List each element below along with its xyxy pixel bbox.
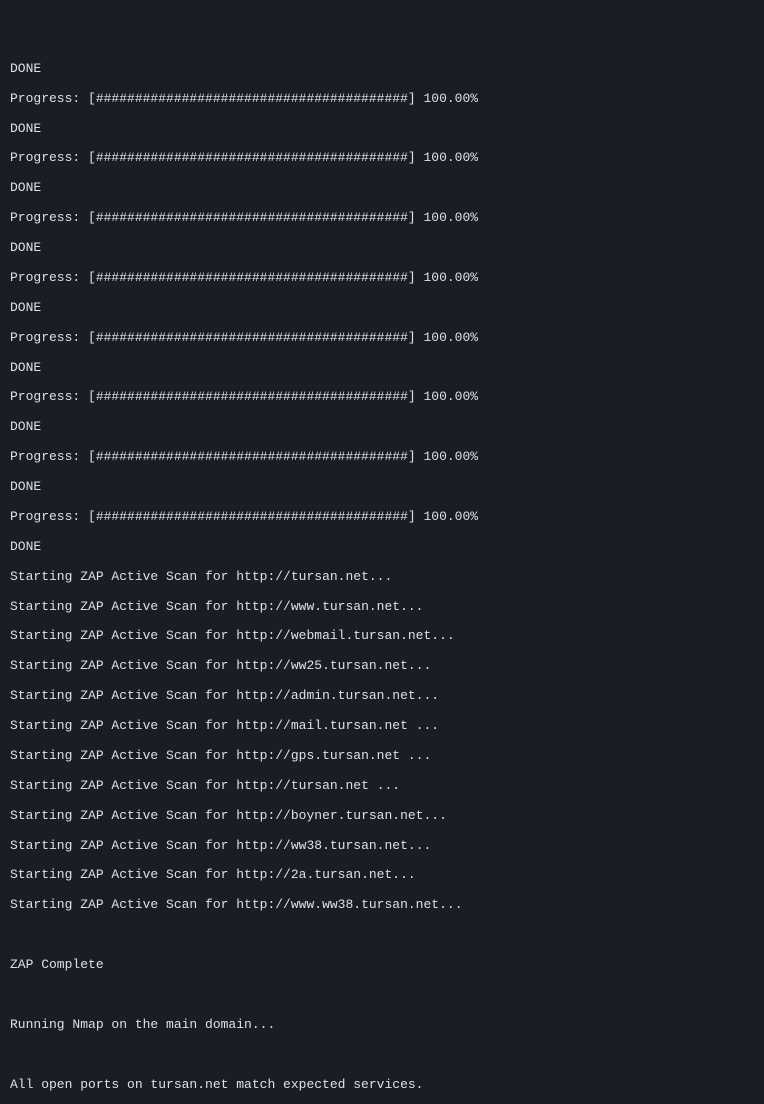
scan-suffix: ... bbox=[400, 599, 423, 614]
progress-label: Progress: bbox=[10, 210, 88, 225]
zap-scan-line: Starting ZAP Active Scan for http://2a.t… bbox=[10, 868, 754, 883]
done-line: DONE bbox=[10, 241, 754, 256]
progress-label: Progress: bbox=[10, 150, 88, 165]
progress-label: Progress: bbox=[10, 270, 88, 285]
scan-prefix: Starting ZAP Active Scan for bbox=[10, 628, 236, 643]
scan-prefix: Starting ZAP Active Scan for bbox=[10, 838, 236, 853]
progress-line: Progress: [#############################… bbox=[10, 390, 754, 405]
scan-target: http://mail.tursan.net bbox=[236, 718, 415, 733]
progress-pct: 100.00% bbox=[416, 449, 478, 464]
progress-pct: 100.00% bbox=[416, 330, 478, 345]
progress-bar: [#######################################… bbox=[88, 150, 416, 165]
progress-bar: [#######################################… bbox=[88, 270, 416, 285]
scan-suffix: ... bbox=[431, 628, 454, 643]
progress-line: Progress: [#############################… bbox=[10, 151, 754, 166]
scan-target: http://boyner.tursan.net bbox=[236, 808, 423, 823]
progress-label: Progress: bbox=[10, 330, 88, 345]
progress-pct: 100.00% bbox=[416, 91, 478, 106]
scan-prefix: Starting ZAP Active Scan for bbox=[10, 867, 236, 882]
progress-line: Progress: [#############################… bbox=[10, 450, 754, 465]
progress-bar: [#######################################… bbox=[88, 91, 416, 106]
progress-label: Progress: bbox=[10, 389, 88, 404]
zap-scan-line: Starting ZAP Active Scan for http://www.… bbox=[10, 898, 754, 913]
scan-prefix: Starting ZAP Active Scan for bbox=[10, 688, 236, 703]
progress-pct: 100.00% bbox=[416, 210, 478, 225]
zap-scan-line: Starting ZAP Active Scan for http://admi… bbox=[10, 689, 754, 704]
done-line: DONE bbox=[10, 361, 754, 376]
zap-scan-line: Starting ZAP Active Scan for http://ww25… bbox=[10, 659, 754, 674]
scan-suffix: ... bbox=[416, 718, 439, 733]
scan-suffix: ... bbox=[416, 688, 439, 703]
scan-target: http://tursan.net bbox=[236, 778, 376, 793]
scan-suffix: ... bbox=[408, 658, 431, 673]
progress-pct: 100.00% bbox=[416, 150, 478, 165]
scan-suffix: ... bbox=[369, 569, 392, 584]
progress-line: Progress: [#############################… bbox=[10, 331, 754, 346]
zap-scan-line: Starting ZAP Active Scan for http://boyn… bbox=[10, 809, 754, 824]
zap-scan-line: Starting ZAP Active Scan for http://ww38… bbox=[10, 839, 754, 854]
progress-bar: [#######################################… bbox=[88, 210, 416, 225]
scan-target: http://2a.tursan.net bbox=[236, 867, 392, 882]
progress-bar: [#######################################… bbox=[88, 389, 416, 404]
progress-label: Progress: bbox=[10, 91, 88, 106]
progress-line: Progress: [#############################… bbox=[10, 211, 754, 226]
scan-suffix: ... bbox=[377, 778, 400, 793]
blank-line bbox=[10, 988, 754, 1003]
done-line: DONE bbox=[10, 301, 754, 316]
progress-line: Progress: [#############################… bbox=[10, 92, 754, 107]
done-line: DONE bbox=[10, 540, 754, 555]
scan-target: http://ww25.tursan.net bbox=[236, 658, 408, 673]
scan-prefix: Starting ZAP Active Scan for bbox=[10, 808, 236, 823]
scan-prefix: Starting ZAP Active Scan for bbox=[10, 897, 236, 912]
scan-target: http://www.tursan.net bbox=[236, 599, 400, 614]
scan-suffix: ... bbox=[392, 867, 415, 882]
scan-suffix: ... bbox=[408, 838, 431, 853]
scan-prefix: Starting ZAP Active Scan for bbox=[10, 658, 236, 673]
done-line: DONE bbox=[10, 181, 754, 196]
progress-label: Progress: bbox=[10, 509, 88, 524]
progress-pct: 100.00% bbox=[416, 389, 478, 404]
scan-target: http://tursan.net bbox=[236, 569, 369, 584]
zap-complete-line: ZAP Complete bbox=[10, 958, 754, 973]
done-line: DONE bbox=[10, 62, 754, 77]
scan-suffix: ... bbox=[439, 897, 462, 912]
scan-prefix: Starting ZAP Active Scan for bbox=[10, 778, 236, 793]
zap-scan-line: Starting ZAP Active Scan for http://gps.… bbox=[10, 749, 754, 764]
progress-bar: [#######################################… bbox=[88, 509, 416, 524]
scan-prefix: Starting ZAP Active Scan for bbox=[10, 718, 236, 733]
blank-line bbox=[10, 1048, 754, 1063]
zap-scan-line: Starting ZAP Active Scan for http://mail… bbox=[10, 719, 754, 734]
scan-target: http://gps.tursan.net bbox=[236, 748, 408, 763]
done-line: DONE bbox=[10, 480, 754, 495]
scan-target: http://ww38.tursan.net bbox=[236, 838, 408, 853]
zap-scan-line: Starting ZAP Active Scan for http://turs… bbox=[10, 570, 754, 585]
progress-pct: 100.00% bbox=[416, 509, 478, 524]
scan-target: http://webmail.tursan.net bbox=[236, 628, 431, 643]
scan-suffix: ... bbox=[423, 808, 446, 823]
scan-target: http://admin.tursan.net bbox=[236, 688, 415, 703]
zap-scan-line: Starting ZAP Active Scan for http://webm… bbox=[10, 629, 754, 644]
progress-pct: 100.00% bbox=[416, 270, 478, 285]
ports-line: All open ports on tursan.net match expec… bbox=[10, 1078, 754, 1093]
progress-line: Progress: [#############################… bbox=[10, 271, 754, 286]
progress-bar: [#######################################… bbox=[88, 330, 416, 345]
progress-bar: [#######################################… bbox=[88, 449, 416, 464]
zap-scan-line: Starting ZAP Active Scan for http://turs… bbox=[10, 779, 754, 794]
done-line: DONE bbox=[10, 420, 754, 435]
nmap-line: Running Nmap on the main domain... bbox=[10, 1018, 754, 1033]
scan-prefix: Starting ZAP Active Scan for bbox=[10, 599, 236, 614]
done-line: DONE bbox=[10, 122, 754, 137]
blank-line bbox=[10, 928, 754, 943]
scan-suffix: ... bbox=[408, 748, 431, 763]
scan-target: http://www.ww38.tursan.net bbox=[236, 897, 439, 912]
progress-label: Progress: bbox=[10, 449, 88, 464]
scan-prefix: Starting ZAP Active Scan for bbox=[10, 748, 236, 763]
zap-scan-line: Starting ZAP Active Scan for http://www.… bbox=[10, 600, 754, 615]
scan-prefix: Starting ZAP Active Scan for bbox=[10, 569, 236, 584]
progress-line: Progress: [#############################… bbox=[10, 510, 754, 525]
